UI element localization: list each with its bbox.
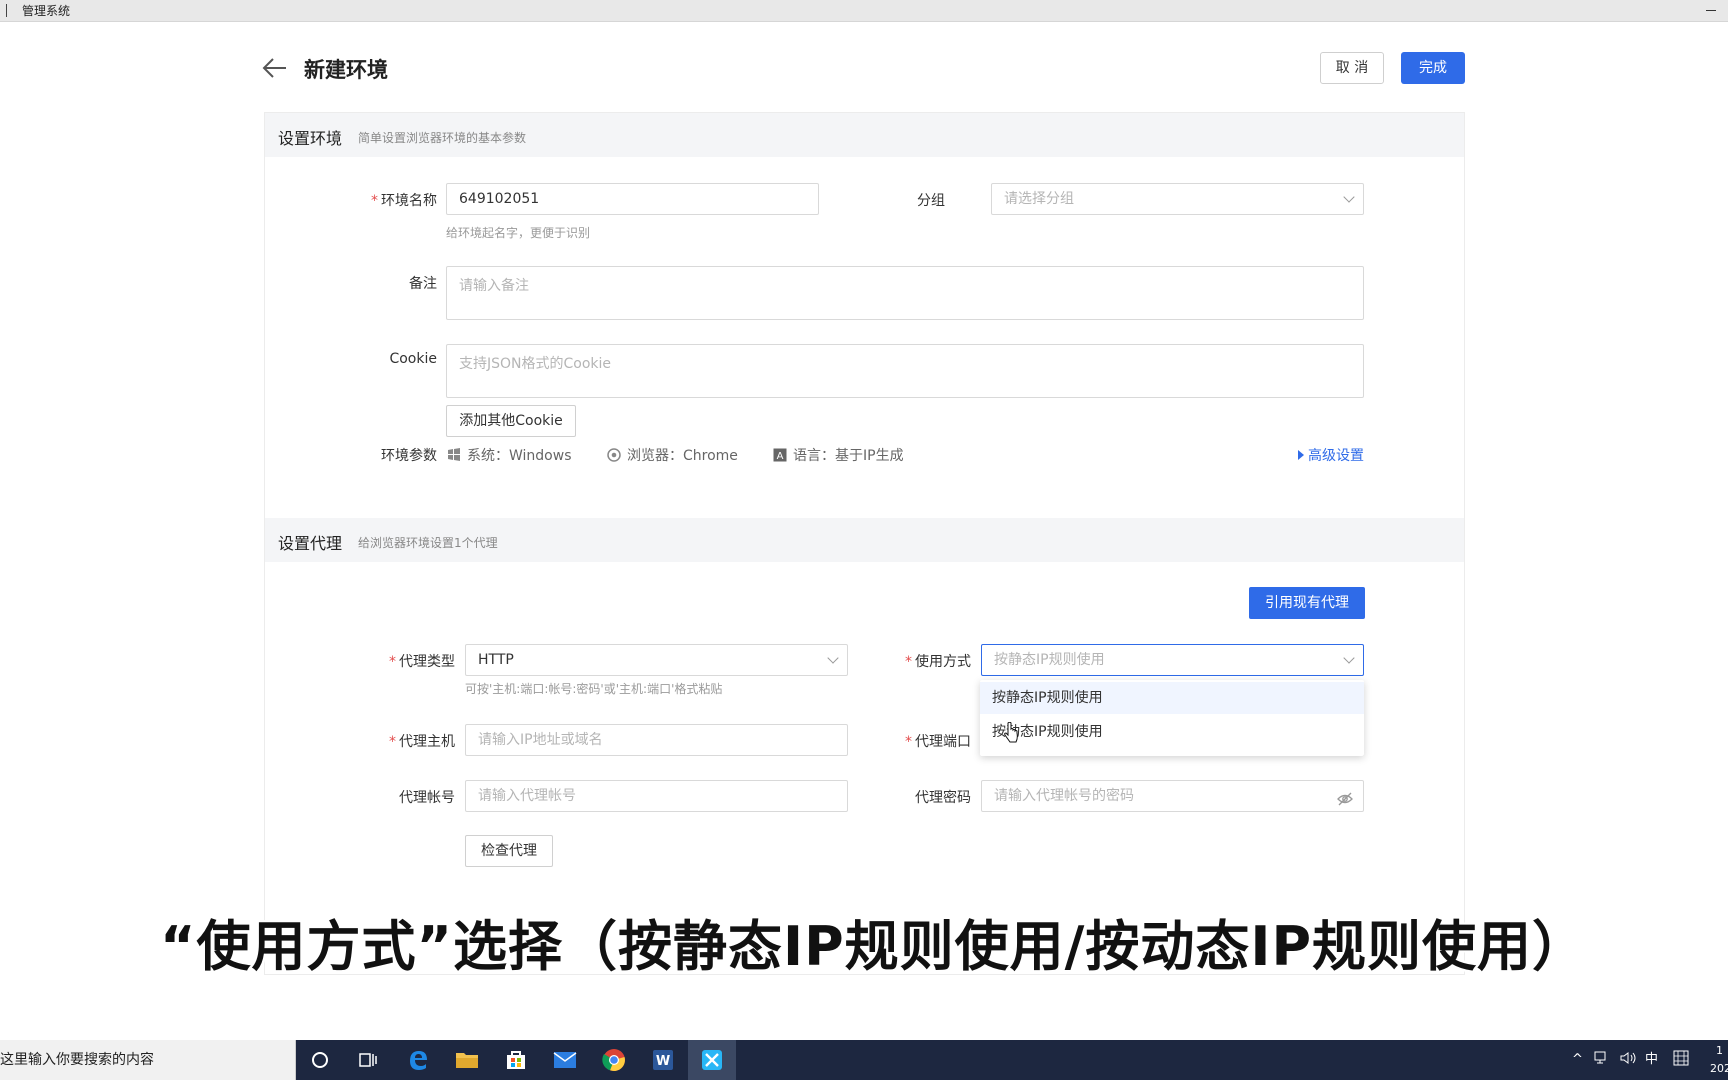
edge-icon[interactable] (394, 1040, 442, 1080)
cortana-icon[interactable] (296, 1040, 344, 1080)
proxy-section-desc: 给浏览器环境设置1个代理 (358, 536, 498, 550)
cookie-textarea[interactable]: 支持JSON格式的Cookie (446, 344, 1364, 398)
proxy-mode-label: * 使用方式 (905, 654, 971, 670)
windows-icon (447, 448, 461, 462)
env-section-title: 设置环境 (278, 129, 343, 148)
proxy-password-label: 代理密码 (915, 790, 971, 806)
window-titlebar: 管理系统 (0, 0, 1728, 22)
chrome-icon (607, 448, 621, 462)
chevron-down-icon (1343, 652, 1355, 664)
env-section-header: 设置环境 简单设置浏览器环境的基本参数 (265, 113, 1464, 157)
proxy-mode-select[interactable]: 按静态IP规则使用 (981, 644, 1364, 676)
chevron-down-icon (1343, 191, 1355, 203)
proxy-section-header: 设置代理 给浏览器环境设置1个代理 (265, 518, 1464, 562)
chrome-taskbar-icon[interactable] (590, 1040, 638, 1080)
volume-icon[interactable] (1620, 1040, 1638, 1080)
tray-chevron-up-icon[interactable]: ^ (1572, 1040, 1583, 1080)
browser-param: 浏览器：Chrome (607, 445, 738, 465)
minimize-button[interactable] (1706, 10, 1716, 11)
mouse-pointer-icon (1003, 721, 1019, 748)
proxy-password-input[interactable]: 请输入代理帐号的密码 (981, 780, 1364, 812)
store-icon[interactable] (492, 1040, 540, 1080)
video-caption: “使用方式”选择（按静态IP规则使用/按动态IP规则使用） (160, 915, 1588, 978)
file-explorer-icon[interactable] (443, 1040, 491, 1080)
proxy-type-select[interactable]: HTTP (465, 644, 848, 676)
word-icon[interactable]: W (639, 1040, 687, 1080)
proxy-port-label: * 代理端口 (905, 734, 971, 750)
cancel-button[interactable]: 取 消 (1320, 52, 1384, 84)
proxy-account-label: 代理帐号 (399, 790, 455, 806)
taskbar: 在这里输入你要搜索的内容 W ^ 中 1 202 (0, 1040, 1728, 1080)
ime-mode-icon[interactable] (1673, 1040, 1689, 1080)
group-label: 分组 (917, 193, 945, 209)
env-name-hint: 给环境起名字，更便于识别 (446, 226, 591, 240)
env-section-desc: 简单设置浏览器环境的基本参数 (358, 131, 527, 145)
svg-text:W: W (656, 1054, 670, 1069)
network-icon[interactable] (1594, 1040, 1610, 1080)
dropdown-option-static[interactable]: 按静态IP规则使用 (980, 682, 1364, 714)
dropdown-option-dynamic[interactable]: 按动态IP规则使用 (980, 716, 1364, 748)
add-cookie-button[interactable]: 添加其他Cookie (446, 405, 576, 437)
note-label: 备注 (409, 276, 437, 292)
form-card: 设置环境 简单设置浏览器环境的基本参数 * 环境名称 649102051 给环境起… (264, 112, 1465, 975)
svg-text:A: A (777, 451, 784, 462)
proxy-host-input[interactable]: 请输入IP地址或域名 (465, 724, 848, 756)
env-name-input[interactable]: 649102051 (446, 183, 819, 215)
back-arrow-icon[interactable] (262, 56, 288, 80)
taskbar-search-box[interactable]: 在这里输入你要搜索的内容 (0, 1040, 296, 1080)
system-param: 系统：Windows (447, 445, 572, 465)
language-icon: A (773, 448, 787, 462)
window-title: 管理系统 (22, 4, 71, 18)
clock[interactable]: 1 202 (1710, 1044, 1728, 1080)
proxy-account-input[interactable]: 请输入代理帐号 (465, 780, 848, 812)
page-title: 新建环境 (304, 58, 388, 82)
ime-indicator[interactable]: 中 (1645, 1040, 1658, 1080)
done-button[interactable]: 完成 (1401, 52, 1465, 84)
app-active-icon[interactable] (688, 1040, 736, 1080)
proxy-host-label: * 代理主机 (389, 734, 455, 750)
cookie-label: Cookie (389, 351, 437, 367)
proxy-type-label: * 代理类型 (389, 654, 455, 670)
note-textarea[interactable]: 请输入备注 (446, 266, 1364, 320)
proxy-section-title: 设置代理 (278, 534, 343, 553)
advanced-settings-link[interactable]: 高级设置 (1298, 445, 1364, 465)
check-proxy-button[interactable]: 检查代理 (465, 835, 553, 867)
mail-icon[interactable] (541, 1040, 589, 1080)
group-select[interactable]: 请选择分组 (991, 183, 1364, 215)
language-param: A 语言：基于IP生成 (773, 445, 904, 465)
env-name-label: * 环境名称 (371, 193, 437, 209)
use-existing-proxy-button[interactable]: 引用现有代理 (1249, 587, 1365, 619)
proxy-type-hint: 可按'主机:端口:帐号:密码'或'主机:端口'格式粘贴 (465, 682, 723, 696)
proxy-mode-dropdown: 按静态IP规则使用 按动态IP规则使用 (980, 680, 1364, 756)
env-params-label: 环境参数 (381, 448, 437, 464)
caret-right-icon (1298, 450, 1304, 460)
titlebar-separator (6, 4, 7, 17)
task-view-icon[interactable] (344, 1040, 392, 1080)
eye-hidden-icon[interactable] (1337, 788, 1353, 818)
